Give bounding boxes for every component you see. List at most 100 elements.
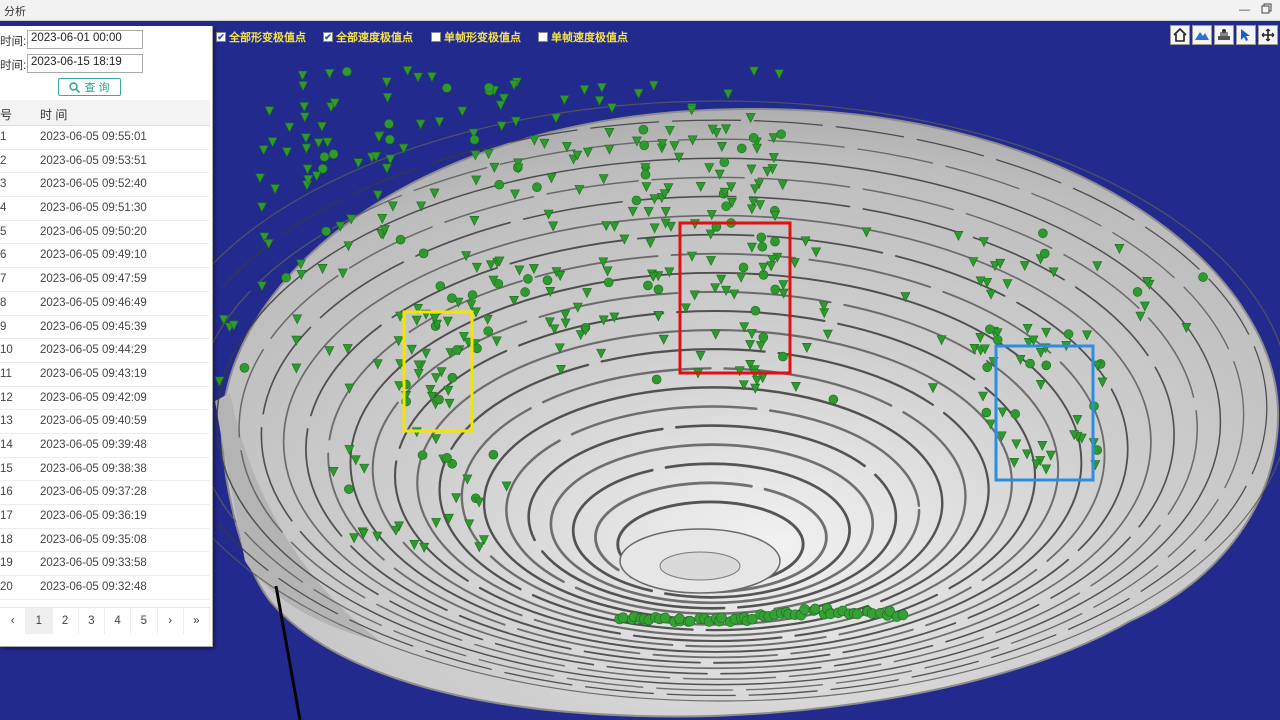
- table-row[interactable]: 10 2023-06-05 09:44:29: [0, 339, 210, 363]
- query-panel: 时间: 2023-06-01 00:00 时间: 2023-06-15 18:1…: [0, 26, 213, 647]
- row-number: 7: [0, 273, 7, 286]
- legend-label: 单帧速度极值点: [551, 32, 628, 44]
- start-time-label: 时间:: [0, 36, 27, 48]
- pagination-prev[interactable]: ‹: [0, 608, 27, 634]
- table-row[interactable]: 11 2023-06-05 09:43:19: [0, 363, 210, 387]
- table-row[interactable]: 7 2023-06-05 09:47:59: [0, 268, 210, 292]
- column-header-time: 时 间: [40, 108, 68, 122]
- column-header-number: 号: [0, 108, 13, 122]
- row-number: 1: [0, 131, 7, 143]
- table-row[interactable]: 2 2023-06-05 09:53:51: [0, 150, 210, 174]
- table-row[interactable]: 5 2023-06-05 09:50:20: [0, 221, 210, 245]
- table-row[interactable]: 19 2023-06-05 09:33:58: [0, 552, 210, 577]
- legend-item-all-velocity[interactable]: ✔ 全部速度极值点: [323, 30, 413, 44]
- table-row[interactable]: 18 2023-06-05 09:35:08: [0, 529, 210, 553]
- row-number: 16: [0, 486, 13, 499]
- query-button-label: 查 询: [84, 82, 110, 94]
- table-row[interactable]: 12 2023-06-05 09:42:09: [0, 387, 210, 411]
- row-time: 2023-06-05 09:42:09: [40, 391, 147, 404]
- row-time: 2023-06-05 09:37:28: [40, 486, 147, 499]
- table-row[interactable]: 6 2023-06-05 09:49:10: [0, 244, 210, 269]
- row-number: 17: [0, 510, 13, 522]
- row-number: 3: [0, 178, 7, 191]
- minimize-icon[interactable]: —: [1237, 3, 1252, 18]
- pagination-next[interactable]: ›: [158, 608, 184, 634]
- row-time: 2023-06-05 09:35:08: [40, 533, 147, 546]
- row-number: 9: [0, 320, 7, 333]
- table-row[interactable]: 8 2023-06-05 09:46:49: [0, 292, 210, 316]
- legend-item-all-deformation[interactable]: ✔ 全部形变极值点: [216, 30, 306, 44]
- pagination: ‹ 1 2 3 4 5 › »: [0, 607, 210, 634]
- search-icon: [69, 81, 81, 93]
- row-time: 2023-06-05 09:36:19: [40, 510, 147, 522]
- table-row[interactable]: 17 2023-06-05 09:36:19: [0, 505, 210, 529]
- row-time: 2023-06-05 09:46:49: [40, 296, 147, 309]
- row-number: 15: [0, 462, 13, 475]
- row-number: 8: [0, 296, 7, 309]
- restore-icon[interactable]: [1259, 3, 1274, 18]
- legend-item-single-velocity[interactable]: 单帧速度极值点: [538, 30, 628, 44]
- start-time-input[interactable]: 2023-06-01 00:00: [27, 30, 143, 49]
- results-table: 1 2023-06-05 09:55:01 2 2023-06-05 09:53:51…: [0, 126, 210, 600]
- legend-label: 全部速度极值点: [336, 32, 413, 44]
- home-icon[interactable]: [1170, 25, 1190, 45]
- table-row[interactable]: 9 2023-06-05 09:45:39: [0, 316, 210, 340]
- legend-item-single-deformation[interactable]: 单帧形变极值点: [431, 30, 521, 44]
- row-number: 19: [0, 557, 13, 570]
- table-row[interactable]: 14 2023-06-05 09:39:48: [0, 434, 210, 458]
- row-time: 2023-06-05 09:51:30: [40, 202, 147, 215]
- zoom-icon[interactable]: [1258, 25, 1278, 45]
- row-time: 2023-06-05 09:40:59: [40, 415, 147, 428]
- row-time: 2023-06-05 09:39:48: [40, 438, 147, 451]
- pagination-page-1[interactable]: 1: [26, 608, 53, 634]
- row-number: 14: [0, 438, 13, 451]
- table-row[interactable]: 16 2023-06-05 09:37:28: [0, 481, 210, 505]
- end-time-label: 时间:: [0, 60, 27, 72]
- table-row[interactable]: 1 2023-06-05 09:55:01: [0, 126, 210, 150]
- terrain-icon[interactable]: [1192, 25, 1212, 45]
- row-time: 2023-06-05 09:32:48: [40, 581, 147, 594]
- row-number: 13: [0, 415, 13, 428]
- row-time: 2023-06-05 09:55:01: [40, 131, 147, 143]
- table-row[interactable]: 3 2023-06-05 09:52:40: [0, 173, 210, 198]
- title-bar: 分析 —: [0, 0, 1280, 21]
- legend-label: 全部形变极值点: [229, 32, 306, 44]
- row-time: 2023-06-05 09:52:40: [40, 178, 147, 191]
- row-number: 6: [0, 249, 7, 262]
- row-number: 20: [0, 581, 13, 594]
- row-number: 10: [0, 344, 13, 357]
- table-header: 号 时 间: [0, 100, 210, 126]
- checkbox-all-velocity[interactable]: ✔: [323, 32, 333, 42]
- row-time: 2023-06-05 09:45:39: [40, 320, 147, 333]
- row-time: 2023-06-05 09:43:19: [40, 367, 147, 380]
- table-row[interactable]: 13 2023-06-05 09:40:59: [0, 410, 210, 434]
- table-row[interactable]: 4 2023-06-05 09:51:30: [0, 197, 210, 221]
- row-time: 2023-06-05 09:33:58: [40, 557, 147, 570]
- checkbox-all-deformation[interactable]: ✔: [216, 32, 226, 42]
- checkbox-single-velocity[interactable]: [538, 32, 548, 42]
- pagination-page-3[interactable]: 3: [79, 608, 105, 634]
- row-time: 2023-06-05 09:53:51: [40, 154, 147, 167]
- row-time: 2023-06-05 09:50:20: [40, 225, 147, 238]
- query-button[interactable]: 查 询: [58, 78, 121, 96]
- table-row[interactable]: 20 2023-06-05 09:32:48: [0, 576, 210, 600]
- table-row[interactable]: 15 2023-06-05 09:38:38: [0, 458, 210, 482]
- row-number: 18: [0, 533, 13, 546]
- end-time-input[interactable]: 2023-06-15 18:19: [27, 54, 143, 73]
- pagination-last[interactable]: »: [184, 608, 210, 634]
- checkbox-single-deformation[interactable]: [431, 32, 441, 42]
- row-number: 11: [0, 367, 12, 380]
- row-number: 5: [0, 225, 7, 238]
- pointer-icon[interactable]: [1236, 25, 1256, 45]
- row-number: 4: [0, 202, 7, 215]
- pagination-page-2[interactable]: 2: [53, 608, 79, 634]
- layers-icon[interactable]: [1214, 25, 1234, 45]
- pagination-page-5[interactable]: 5: [131, 608, 158, 634]
- legend-label: 单帧形变极值点: [444, 32, 521, 44]
- pagination-page-4[interactable]: 4: [105, 608, 132, 634]
- row-number: 2: [0, 154, 7, 167]
- row-time: 2023-06-05 09:44:29: [40, 344, 147, 357]
- row-time: 2023-06-05 09:47:59: [40, 273, 147, 286]
- view-toolbar: [1170, 25, 1278, 45]
- window-title: 分析: [4, 6, 26, 18]
